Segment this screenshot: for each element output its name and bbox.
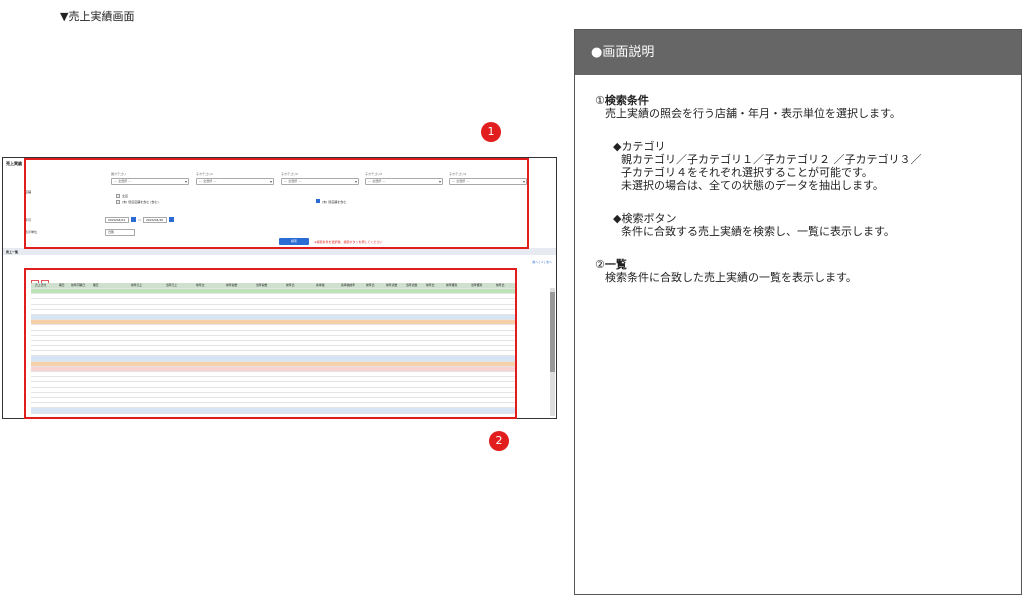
panel-title: ●画面説明 <box>575 30 1021 75</box>
section-2-number: ② <box>595 258 605 271</box>
category-line-2: 子カテゴリ４をそれぞれ選択することが可能です。 <box>621 166 873 179</box>
highlight-search-conditions <box>24 158 529 249</box>
section-1-desc: 売上実績の照会を行う店舗・年月・表示単位を選択します。 <box>605 107 901 120</box>
list-title: 売上一覧 <box>6 250 19 254</box>
pager[interactable]: 前へ | 1 | 次へ <box>532 260 552 264</box>
section-1-number: ① <box>595 94 605 107</box>
section-1-title: ①検索条件 <box>595 94 1005 107</box>
page-root: ▼売上実績画面 売上実績 店舗 親カテゴリ --- 全選択 --- 子カテゴリ1… <box>0 0 1024 597</box>
panel-body: ①検索条件 売上実績の照会を行う店舗・年月・表示単位を選択します。 ◆カテゴリ … <box>595 94 1005 284</box>
category-line-3: 未選択の場合は、全ての状態のデータを抽出します。 <box>621 179 884 192</box>
badge-1: 1 <box>481 122 501 142</box>
search-button-title: ◆検索ボタン <box>613 212 677 225</box>
badge-2: 2 <box>489 431 509 451</box>
section-2-title: ②一覧 <box>595 258 1005 271</box>
page-heading: ▼売上実績画面 <box>60 10 135 23</box>
description-panel: ●画面説明 ①検索条件 売上実績の照会を行う店舗・年月・表示単位を選択します。 … <box>574 29 1022 595</box>
list-band <box>3 248 556 255</box>
section-2-desc: 検索条件に合致した売上実績の一覧を表示します。 <box>605 271 857 284</box>
scrollbar-thumb[interactable] <box>550 292 555 372</box>
category-line-1: 親カテゴリ／子カテゴリ１／子カテゴリ２ ／子カテゴリ３／ <box>621 153 922 166</box>
highlight-list <box>24 268 517 419</box>
section-2-name: 一覧 <box>604 258 627 271</box>
search-button-desc: 条件に合致する売上実績を検索し、一覧に表示します。 <box>621 225 895 238</box>
category-title: ◆カテゴリ <box>613 140 666 153</box>
grid-scrollbar[interactable] <box>550 288 555 416</box>
screen-title: 売上実績 <box>6 161 22 166</box>
section-1-name: 検索条件 <box>604 94 649 107</box>
